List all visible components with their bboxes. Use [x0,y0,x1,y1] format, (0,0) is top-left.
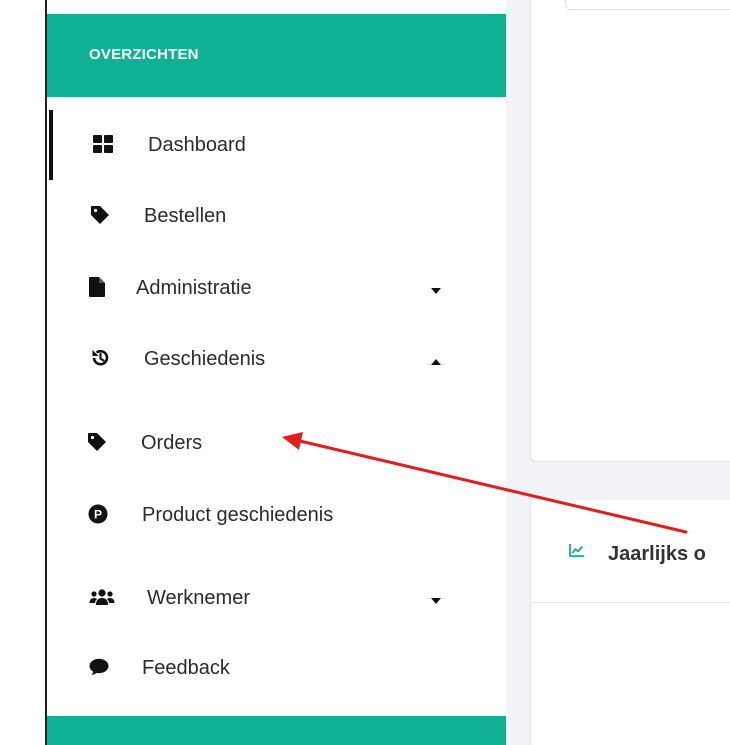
sidebar-item-geschiedenis[interactable]: Geschiedenis [47,338,506,378]
page: OVERZICHTEN Dashboard Bestellen Administ… [0,0,730,745]
tag-icon [87,432,107,452]
sidebar-item-label: Geschiedenis [144,348,266,370]
sidebar-section-header: OVERZICHTEN [47,14,506,97]
yearly-card-header: Jaarlijks o [531,500,730,603]
sidebar-item-label: Orders [141,432,203,454]
inner-card-edge [565,0,730,10]
history-icon [90,348,110,368]
sidebar: OVERZICHTEN Dashboard Bestellen Administ… [45,0,506,745]
sidebar-item-werknemer[interactable]: Werknemer [47,577,506,617]
svg-text:P: P [94,508,102,522]
sidebar-item-product-geschiedenis[interactable]: P Product geschiedenis [47,494,506,534]
sidebar-item-orders[interactable]: Orders [47,422,506,462]
chevron-up-icon [429,354,443,365]
tag-icon [90,205,110,225]
sidebar-item-administratie[interactable]: Administratie [47,267,506,307]
product-p-icon: P [88,504,108,524]
chevron-down-icon [429,283,443,294]
users-icon [89,587,115,607]
line-chart-icon [569,543,585,557]
sidebar-item-label: Product geschiedenis [142,504,334,526]
sidebar-item-feedback[interactable]: Feedback [47,647,506,687]
sidebar-section-title: OVERZICHTEN [89,46,199,63]
sidebar-item-dashboard[interactable]: Dashboard [47,124,506,164]
yearly-overview-card: Jaarlijks o [530,500,730,745]
sidebar-item-label: Bestellen [144,205,227,227]
sidebar-item-label: Werknemer [147,587,250,609]
sidebar-item-label: Administratie [136,277,252,299]
sidebar-item-label: Feedback [142,657,230,679]
chevron-down-icon [429,593,443,604]
yearly-card-title: Jaarlijks o [608,543,706,565]
file-icon [87,277,107,297]
comment-icon [89,657,109,677]
dashboard-grid-icon [93,134,113,154]
content-card [530,0,730,462]
main-content: Jaarlijks o [506,0,730,745]
sidebar-item-label: Dashboard [148,134,246,156]
sidebar-item-bestellen[interactable]: Bestellen [47,195,506,235]
sidebar-footer-bar [47,716,506,745]
